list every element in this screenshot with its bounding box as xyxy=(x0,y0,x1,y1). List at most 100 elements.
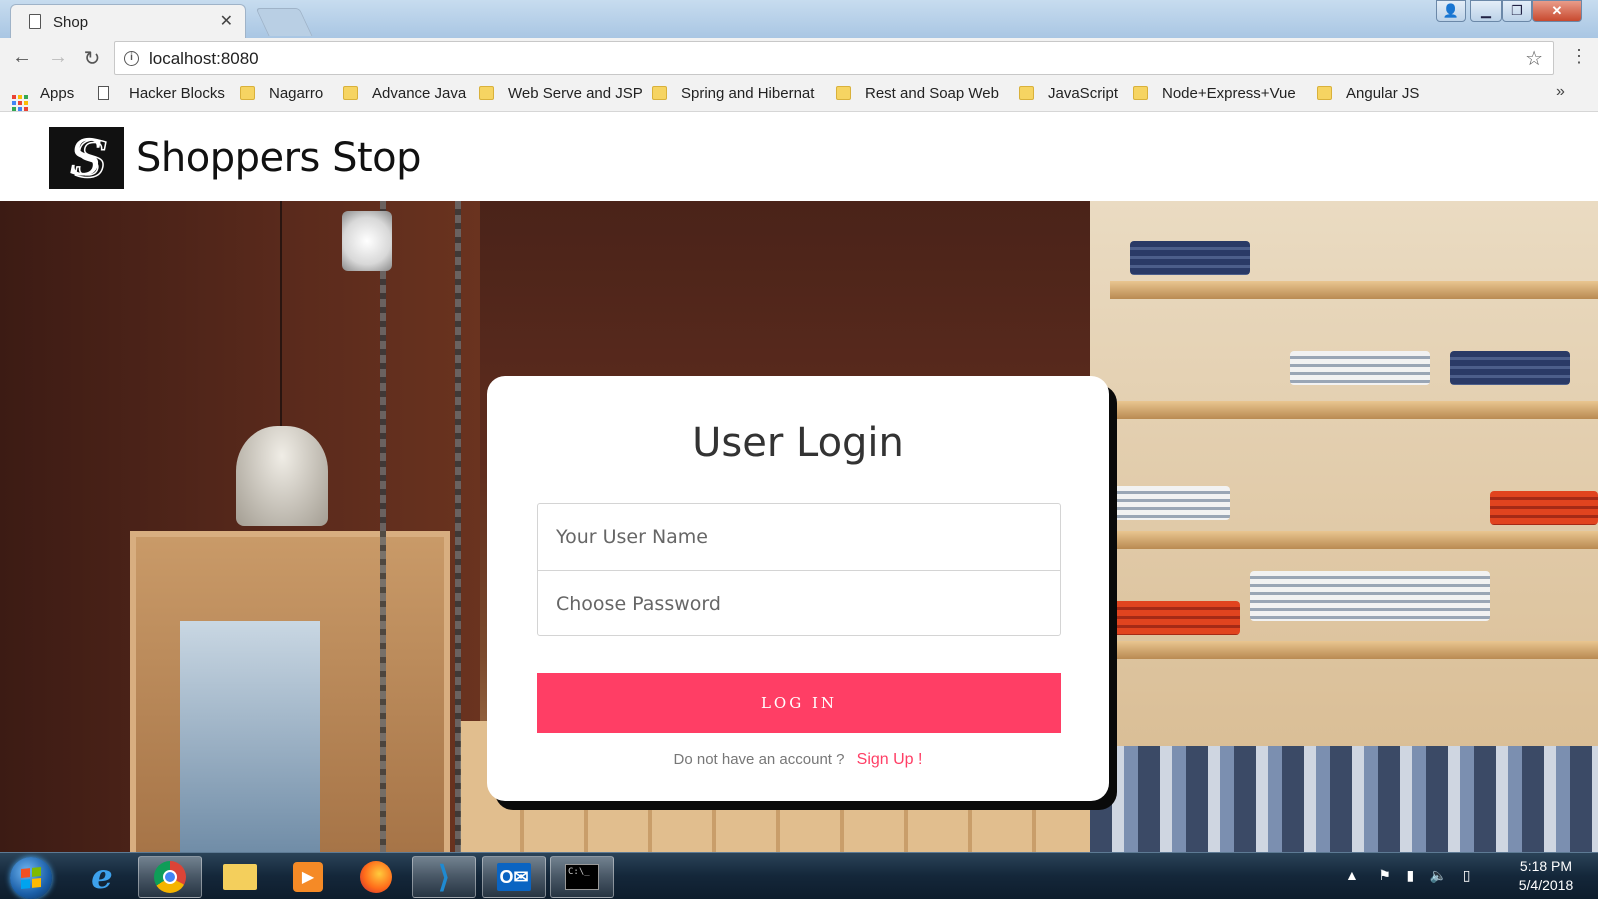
hero-background-image: User Login LOG IN Do not have an account… xyxy=(0,201,1598,852)
folded-clothes xyxy=(1450,351,1570,385)
shelf xyxy=(1090,531,1598,549)
login-title: User Login xyxy=(692,420,904,466)
logo-mark-icon: S S xyxy=(69,129,109,190)
taskbar-clock[interactable]: 5:18 PM 5/4/2018 xyxy=(1506,857,1586,895)
login-button[interactable]: LOG IN xyxy=(537,673,1061,733)
lamp-cord xyxy=(280,201,282,429)
bookmark-nagarro[interactable]: Nagarro xyxy=(240,85,323,102)
folder-icon xyxy=(343,86,358,100)
pendant-lamp xyxy=(236,426,328,526)
address-bar[interactable]: i localhost:8080 ☆ xyxy=(114,41,1554,75)
folder-icon xyxy=(479,86,494,100)
bookmark-label: Spring and Hibernat xyxy=(681,85,815,102)
clock-time: 5:18 PM xyxy=(1519,858,1573,874)
bookmark-label: Advance Java xyxy=(372,85,467,102)
bookmark-hacker-blocks[interactable]: Hacker Blocks xyxy=(98,85,225,102)
page-icon xyxy=(29,14,41,29)
back-arrow-icon[interactable]: ← xyxy=(10,46,34,69)
close-window-button[interactable]: ✕ xyxy=(1532,0,1582,22)
folded-clothes xyxy=(1110,486,1230,520)
internet-explorer-icon: e xyxy=(91,857,113,897)
action-center-flag-icon[interactable]: ⚑ xyxy=(1378,867,1391,883)
bookmark-web-serve-jsp[interactable]: Web Serve and JSP xyxy=(479,85,643,102)
taskbar-media-player[interactable]: ▶ xyxy=(276,856,340,898)
battery-icon[interactable]: ▯ xyxy=(1463,867,1471,883)
bookmark-label: JavaScript xyxy=(1048,85,1119,102)
taskbar-firefox[interactable] xyxy=(344,856,408,898)
folded-clothes xyxy=(1490,491,1598,525)
windows-taskbar: e ▶ ⟩ O✉ C:\_ ▲ ⚑ ▮ 🔈 ▯ 5:18 PM 5/4/2018 xyxy=(0,852,1598,899)
bookmark-node-express-vue[interactable]: Node+Express+Vue xyxy=(1133,85,1296,102)
bookmark-label: Apps xyxy=(40,85,75,102)
folder-icon xyxy=(1317,86,1332,100)
profile-icon[interactable]: 👤 xyxy=(1436,0,1466,22)
apps-grid-icon xyxy=(12,95,28,111)
maximize-button[interactable]: ❐ xyxy=(1502,0,1532,22)
folded-clothes xyxy=(1130,241,1250,275)
login-fields xyxy=(537,503,1061,637)
folder-icon xyxy=(836,86,851,100)
chrome-icon xyxy=(154,861,186,893)
tab-close-icon[interactable]: ✕ xyxy=(220,11,233,31)
volume-icon[interactable]: 🔈 xyxy=(1430,867,1447,883)
brand-logo[interactable]: S S xyxy=(49,127,124,190)
site-header: S S Shoppers Stop xyxy=(0,113,1598,201)
forward-arrow-icon[interactable]: → xyxy=(46,46,70,69)
brand-name: Shoppers Stop xyxy=(136,135,422,181)
signup-prompt: Do not have an account ? xyxy=(673,751,845,768)
system-tray: ▲ ⚑ ▮ 🔈 ▯ xyxy=(1345,867,1470,884)
browser-titlebar: Shop ✕ 👤 ▁ ❐ ✕ xyxy=(0,0,1598,38)
bookmark-rest-soap[interactable]: Rest and Soap Web xyxy=(836,85,999,102)
outlook-icon: O✉ xyxy=(497,863,531,891)
bookmark-advance-java[interactable]: Advance Java xyxy=(343,85,466,102)
folder-icon xyxy=(1133,86,1148,100)
taskbar-file-explorer[interactable] xyxy=(208,856,272,898)
username-input[interactable] xyxy=(538,504,1060,570)
network-signal-icon[interactable]: ▮ xyxy=(1406,867,1414,883)
bookmarks-overflow-icon[interactable]: » xyxy=(1556,83,1565,101)
terminal-icon: C:\_ xyxy=(565,864,599,890)
folder-icon xyxy=(240,86,255,100)
taskbar-vscode[interactable]: ⟩ xyxy=(412,856,476,898)
taskbar-outlook[interactable]: O✉ xyxy=(482,856,546,898)
bookmark-label: Hacker Blocks xyxy=(129,85,225,102)
bookmark-angular-js[interactable]: Angular JS xyxy=(1317,85,1419,102)
bookmarks-bar: Apps Hacker Blocks Nagarro Advance Java … xyxy=(0,78,1598,112)
taskbar-command-prompt[interactable]: C:\_ xyxy=(550,856,614,898)
hanging-chain xyxy=(455,201,461,852)
shelf xyxy=(1090,641,1598,659)
signup-row: Do not have an account ? Sign Up ! xyxy=(487,751,1109,769)
minimize-button[interactable]: ▁ xyxy=(1470,0,1502,22)
start-button[interactable] xyxy=(10,857,52,899)
reload-icon[interactable]: ↻ xyxy=(80,46,104,71)
clock-date: 5/4/2018 xyxy=(1518,877,1574,893)
bookmark-star-icon[interactable]: ☆ xyxy=(1525,46,1543,71)
folded-clothes xyxy=(1250,571,1490,621)
address-url[interactable]: localhost:8080 xyxy=(149,49,259,69)
taskbar-internet-explorer[interactable]: e xyxy=(70,856,134,898)
browser-menu-icon[interactable]: ⋮ xyxy=(1570,46,1588,67)
tab-title: Shop xyxy=(53,14,89,31)
new-tab-button[interactable] xyxy=(255,8,313,36)
folder-icon xyxy=(1019,86,1034,100)
taskbar-chrome[interactable] xyxy=(138,856,202,898)
login-card: User Login LOG IN Do not have an account… xyxy=(487,376,1109,801)
hanging-chain xyxy=(380,201,386,852)
bookmark-label: Web Serve and JSP xyxy=(508,85,643,102)
play-icon: ▶ xyxy=(293,862,323,892)
shelf xyxy=(1090,401,1598,419)
bookmark-spring-hibernate[interactable]: Spring and Hibernat xyxy=(652,85,814,102)
password-input[interactable] xyxy=(538,571,1060,637)
signup-link[interactable]: Sign Up ! xyxy=(857,751,923,768)
browser-tab[interactable]: Shop ✕ xyxy=(10,4,246,38)
bookmark-javascript[interactable]: JavaScript xyxy=(1019,85,1118,102)
show-hidden-icons-icon[interactable]: ▲ xyxy=(1345,867,1359,883)
folded-clothes xyxy=(1100,601,1240,635)
bookmark-label: Angular JS xyxy=(1346,85,1420,102)
bookmark-label: Nagarro xyxy=(269,85,324,102)
bookmark-label: Rest and Soap Web xyxy=(865,85,999,102)
spotlight xyxy=(342,211,392,271)
bookmark-apps[interactable]: Apps xyxy=(12,85,74,111)
page-content: S S Shoppers Stop User Login Your User N… xyxy=(0,113,1598,852)
info-icon[interactable]: i xyxy=(124,51,139,66)
